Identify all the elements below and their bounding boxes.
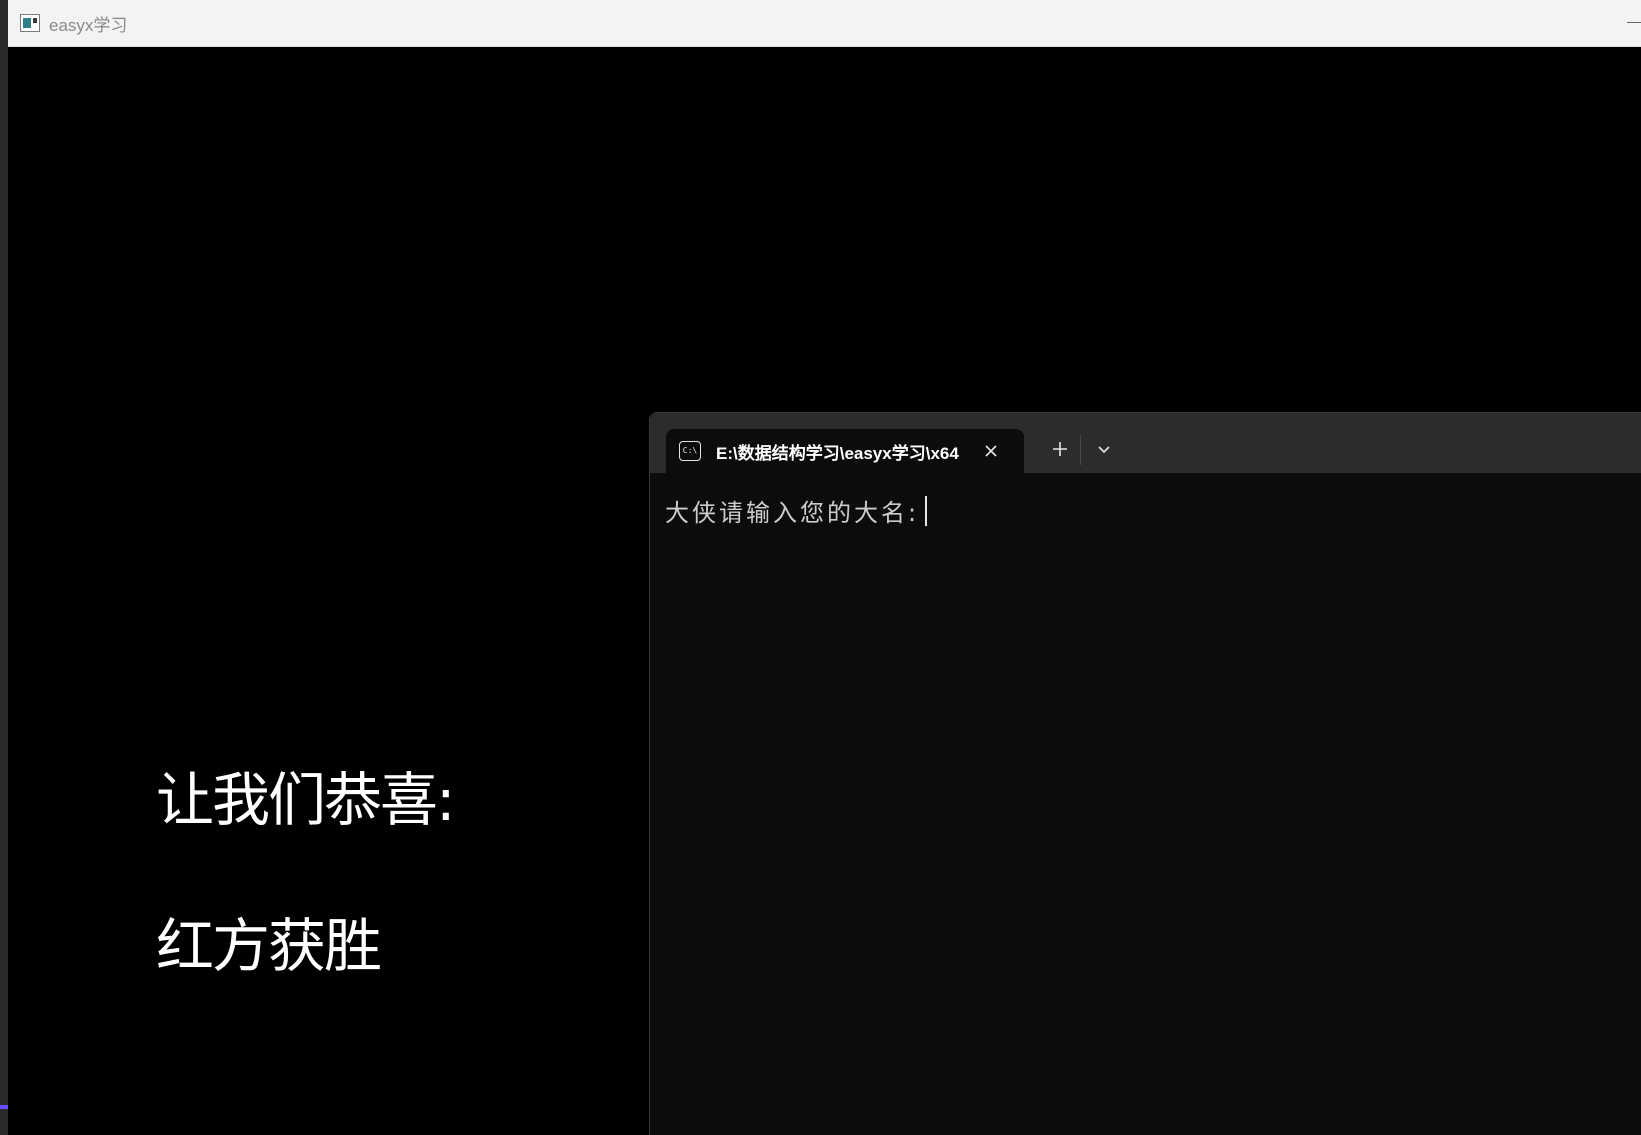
congratulation-text: 让我们恭喜: <box>156 766 456 834</box>
name-prompt: 大侠请输入您的大名: <box>665 499 920 527</box>
profile-dropdown-button[interactable] <box>1086 431 1122 467</box>
terminal-window: C:\ E:\数据结构学习\easyx学习\x64 大侠请输入您的大名: <box>649 412 1641 1135</box>
chevron-down-icon <box>1098 446 1110 454</box>
text-cursor <box>925 495 928 526</box>
taskbar-accent <box>0 1105 8 1109</box>
close-tab-button[interactable] <box>980 440 1002 462</box>
app-icon <box>20 14 40 32</box>
minimize-button[interactable] <box>1611 0 1641 46</box>
easyx-titlebar[interactable]: easyx学习 <box>8 0 1641 47</box>
close-icon <box>985 445 997 457</box>
window-title: easyx学习 <box>49 15 128 35</box>
plus-icon <box>1053 442 1067 456</box>
terminal-tab[interactable]: C:\ E:\数据结构学习\easyx学习\x64 <box>666 429 1024 473</box>
prompt-line: 大侠请输入您的大名: <box>665 493 928 528</box>
name-input[interactable] <box>940 491 1620 525</box>
winner-text: 红方获胜 <box>156 912 382 980</box>
console-icon: C:\ <box>679 441 701 461</box>
terminal-output[interactable]: 大侠请输入您的大名: <box>650 473 1641 1135</box>
desktop: easyx学习 让我们恭喜: 红方获胜 C:\ E:\数据结构学习\easyx学… <box>0 0 1641 1135</box>
tab-title: E:\数据结构学习\easyx学习\x64 <box>716 443 959 463</box>
desktop-background-strip <box>0 0 8 1135</box>
terminal-tab-bar[interactable]: C:\ E:\数据结构学习\easyx学习\x64 <box>650 413 1641 473</box>
tab-divider <box>1080 435 1081 465</box>
new-tab-button[interactable] <box>1040 431 1080 467</box>
